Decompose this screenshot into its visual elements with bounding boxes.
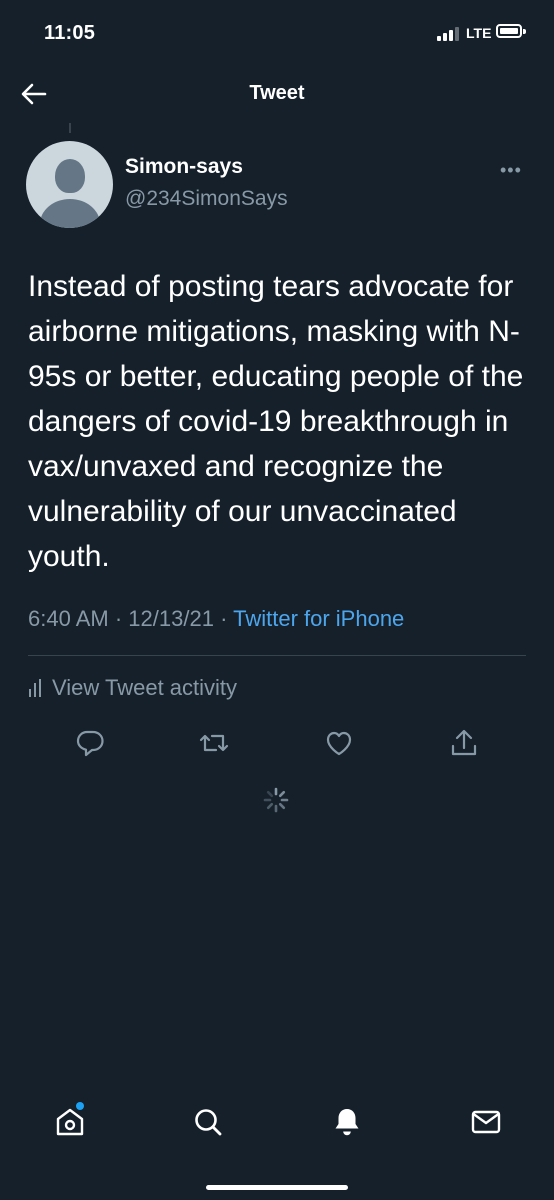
- home-indicator[interactable]: [206, 1185, 348, 1190]
- avatar-head: [55, 159, 85, 193]
- mail-icon[interactable]: [470, 1106, 502, 1138]
- thread-line: [69, 123, 71, 133]
- bell-icon[interactable]: [331, 1106, 363, 1138]
- view-activity-link[interactable]: View Tweet activity: [28, 675, 237, 701]
- retweet-icon[interactable]: [199, 728, 229, 758]
- notification-dot: [76, 1102, 84, 1110]
- network-label: LTE: [466, 25, 492, 41]
- tweet-text: Instead of posting tears advocate for ai…: [28, 270, 524, 573]
- activity-bars-icon: [28, 679, 42, 697]
- more-dots-icon[interactable]: •••: [500, 160, 522, 181]
- tweet-meta: 6:40 AM · 12/13/21 · Twitter for iPhone: [28, 606, 404, 632]
- meta-separator: ·: [220, 606, 234, 631]
- heart-icon[interactable]: [324, 728, 354, 758]
- divider: [28, 655, 526, 656]
- status-time: 11:05: [44, 22, 96, 44]
- user-handle[interactable]: @234SimonSays: [125, 187, 288, 211]
- tweet-date: 12/13/21: [128, 606, 214, 631]
- avatar-body: [40, 199, 100, 228]
- arrow-left-icon[interactable]: [20, 80, 48, 108]
- signal-icon: [437, 27, 459, 41]
- battery-icon: [496, 24, 522, 38]
- tweet-source-link[interactable]: Twitter for iPhone: [233, 606, 404, 631]
- share-icon[interactable]: [449, 728, 479, 758]
- avatar[interactable]: [26, 141, 113, 228]
- page-title: Tweet: [249, 82, 305, 104]
- view-activity-label: View Tweet activity: [52, 675, 238, 700]
- display-name[interactable]: Simon-says: [125, 155, 243, 179]
- search-icon[interactable]: [192, 1106, 224, 1138]
- tweet-time: 6:40 AM: [28, 606, 109, 631]
- spinner-icon: [263, 787, 289, 813]
- home-icon[interactable]: [54, 1106, 86, 1138]
- reply-icon[interactable]: [75, 728, 105, 758]
- meta-separator: ·: [114, 606, 129, 631]
- battery-cap: [523, 29, 526, 34]
